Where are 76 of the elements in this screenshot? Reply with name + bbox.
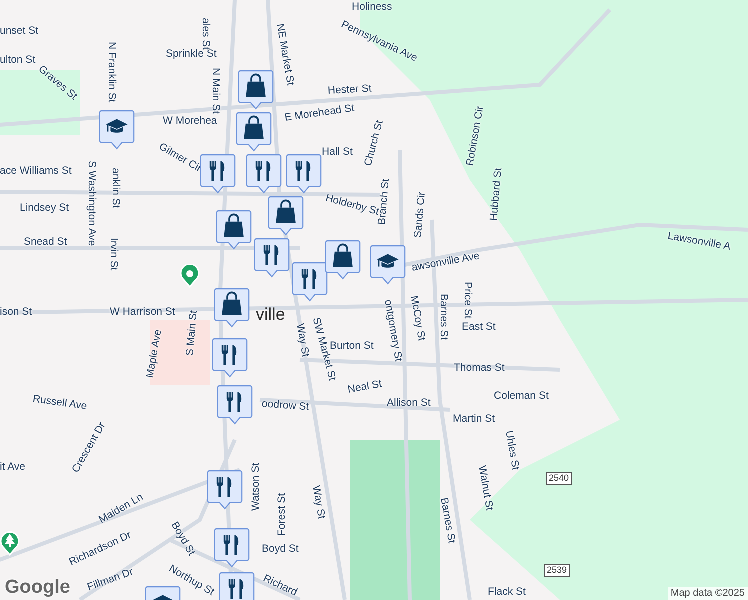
route-shield: 2539 (544, 564, 570, 577)
street-label: Snead St (24, 236, 68, 248)
graduation-cap-pin-icon[interactable] (99, 110, 135, 150)
street-label: Hester St (328, 82, 372, 97)
street-label: Lindsey St (20, 202, 70, 214)
street-label: W Morehea (163, 115, 218, 127)
street-label: W Harrison St (110, 306, 176, 318)
street-label: Barnes St (438, 294, 450, 340)
street-label: East St (462, 321, 496, 333)
street-label: awsonville Ave (410, 250, 481, 274)
street-label: Allison St (387, 397, 431, 409)
fork-knife-pin-icon[interactable] (246, 154, 282, 194)
street-label: Holiness (352, 1, 392, 13)
street-label: Barnes St (438, 496, 458, 544)
street-label: Irvin St (108, 238, 120, 271)
street-label: Boyd St (262, 543, 299, 555)
street-label: unset St (0, 25, 39, 37)
shopping-bag-pin-icon[interactable] (214, 288, 250, 328)
street-label: Russell Ave (32, 393, 88, 413)
fork-knife-pin-icon[interactable] (212, 338, 248, 378)
street-label: Coleman St (494, 390, 549, 402)
fork-knife-pin-icon[interactable] (214, 528, 250, 568)
street-label: Robinson Cir (464, 105, 486, 168)
street-label: S Main St (184, 310, 200, 357)
fork-knife-pin-icon[interactable] (286, 154, 322, 194)
shopping-bag-pin-icon[interactable] (236, 112, 272, 152)
google-logo: Google (5, 577, 70, 599)
street-label: ales St (200, 18, 212, 50)
street-label: Way St (294, 322, 312, 358)
street-label: Flack St (488, 586, 526, 598)
street-label: Fillman Dr (86, 566, 135, 594)
street-label: McCoy St (408, 294, 428, 342)
street-label: ulton St (0, 54, 36, 66)
street-label: Hubbard St (488, 168, 505, 222)
street-label: Lawsonville A (666, 230, 732, 253)
street-label: ontgomery St (382, 298, 405, 363)
street-label: Martin St (453, 413, 496, 425)
tree-pin-icon[interactable] (0, 530, 20, 556)
street-label: NE Market St (274, 22, 297, 87)
location-pin-icon[interactable] (180, 264, 200, 288)
street-label: S Washington Ave (86, 161, 98, 246)
street-label: Sands Cir (412, 192, 428, 239)
street-label: N Franklin St (106, 42, 118, 103)
fork-knife-pin-icon[interactable] (254, 238, 290, 278)
street-label: Watson St (250, 462, 262, 511)
shopping-bag-pin-icon[interactable] (325, 240, 361, 280)
street-label: Hall St (322, 146, 353, 158)
shopping-bag-pin-icon[interactable] (268, 196, 304, 236)
route-shield: 2540 (546, 472, 572, 485)
graduation-cap-pin-icon[interactable] (370, 245, 406, 285)
street-label: oodrow St (262, 398, 310, 414)
street-label: Uhles St (503, 430, 522, 472)
street-label: Church St (362, 119, 386, 168)
map-attribution: Map data ©2025 (668, 587, 748, 600)
fork-knife-pin-icon[interactable] (207, 470, 243, 510)
shopping-bag-pin-icon[interactable] (216, 210, 252, 250)
town-label: ville (256, 305, 286, 325)
street-label: Walnut St (476, 464, 496, 512)
shopping-bag-pin-icon[interactable] (238, 70, 274, 110)
street-label: Neal St (346, 378, 383, 396)
street-label: Thomas St (454, 362, 505, 374)
fork-knife-pin-icon[interactable] (292, 262, 328, 302)
street-label: Price St (462, 282, 474, 319)
street-label: Way St (310, 484, 328, 520)
street-label: anklin St (110, 168, 122, 208)
street-label: Burton St (330, 340, 374, 352)
fork-knife-pin-icon[interactable] (200, 154, 236, 194)
fork-knife-pin-icon[interactable] (217, 385, 253, 425)
street-label: ace Williams St (0, 165, 72, 177)
street-label: E Morehead St (284, 102, 356, 124)
street-label: ison St (0, 306, 32, 318)
street-label: N Main St (210, 68, 222, 114)
street-label: Forest St (276, 493, 288, 536)
street-label: it Ave (0, 461, 26, 473)
street-label: Maple Ave (144, 328, 164, 380)
fork-knife-pin-icon[interactable] (219, 572, 255, 600)
